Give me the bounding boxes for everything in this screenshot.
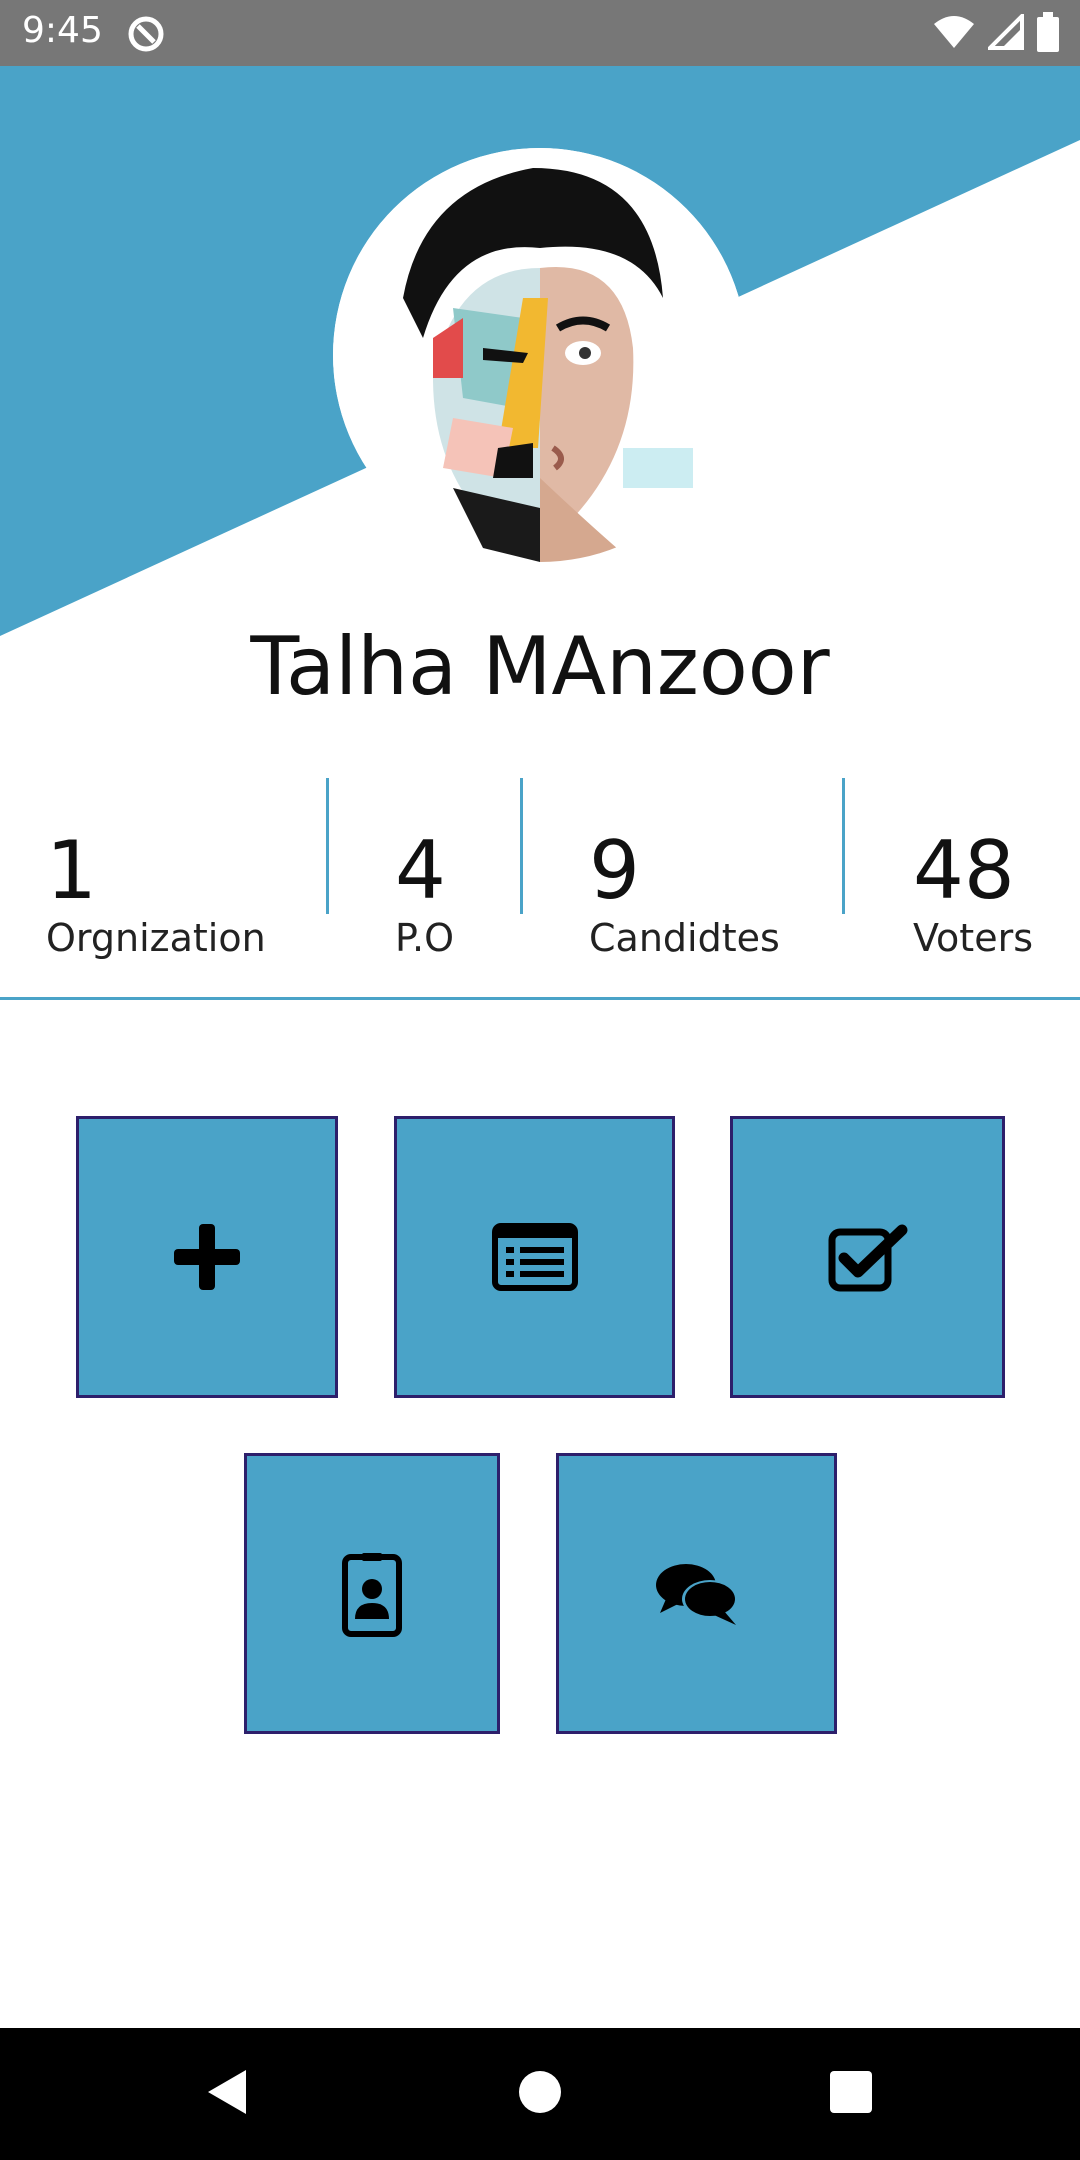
stat-organization[interactable]: 1 Orgnization	[0, 776, 328, 962]
stat-value: 48	[913, 824, 1015, 917]
vote-button[interactable]	[730, 1116, 1005, 1398]
stat-value: 1	[46, 824, 97, 917]
back-icon	[204, 2068, 248, 2121]
back-button[interactable]	[156, 2028, 296, 2160]
stats-row: 1 Orgnization 4 P.O 9 Candidtes 48 Voter…	[0, 776, 1080, 962]
stat-candidates[interactable]: 9 Candidtes	[523, 776, 843, 962]
list-icon	[491, 1223, 578, 1291]
list-button[interactable]	[394, 1116, 675, 1398]
status-icons	[932, 10, 1060, 57]
recents-icon	[829, 2070, 873, 2119]
stats-divider-line	[0, 997, 1080, 1000]
avatar-portrait	[333, 148, 747, 562]
plus-icon	[172, 1222, 242, 1292]
stat-label: Candidtes	[589, 916, 780, 960]
stat-label: Orgnization	[46, 916, 266, 960]
wifi-icon	[932, 14, 976, 55]
checkbox-icon	[828, 1222, 908, 1292]
comments-icon	[654, 1561, 740, 1627]
id-badge-icon	[342, 1551, 402, 1637]
cell-signal-icon	[985, 10, 1024, 55]
navigation-bar	[0, 2028, 1080, 2160]
stat-value: 9	[589, 824, 640, 917]
stat-po[interactable]: 4 P.O	[329, 776, 521, 962]
battery-icon	[1036, 11, 1060, 57]
data-saver-icon	[126, 14, 166, 54]
stat-label: Voters	[913, 916, 1033, 960]
stat-voters[interactable]: 48 Voters	[845, 776, 1080, 962]
messages-button[interactable]	[556, 1453, 837, 1734]
home-icon	[518, 2070, 562, 2119]
add-button[interactable]	[76, 1116, 338, 1398]
recents-button[interactable]	[781, 2028, 921, 2160]
id-card-button[interactable]	[244, 1453, 500, 1734]
stat-value: 4	[395, 824, 446, 917]
home-button[interactable]	[470, 2028, 610, 2160]
profile-avatar[interactable]	[333, 148, 747, 562]
status-bar: 9:45	[0, 0, 1080, 66]
profile-name: Talha MAnzoor	[250, 620, 830, 713]
stat-label: P.O	[395, 916, 454, 960]
status-time: 9:45	[22, 10, 103, 51]
